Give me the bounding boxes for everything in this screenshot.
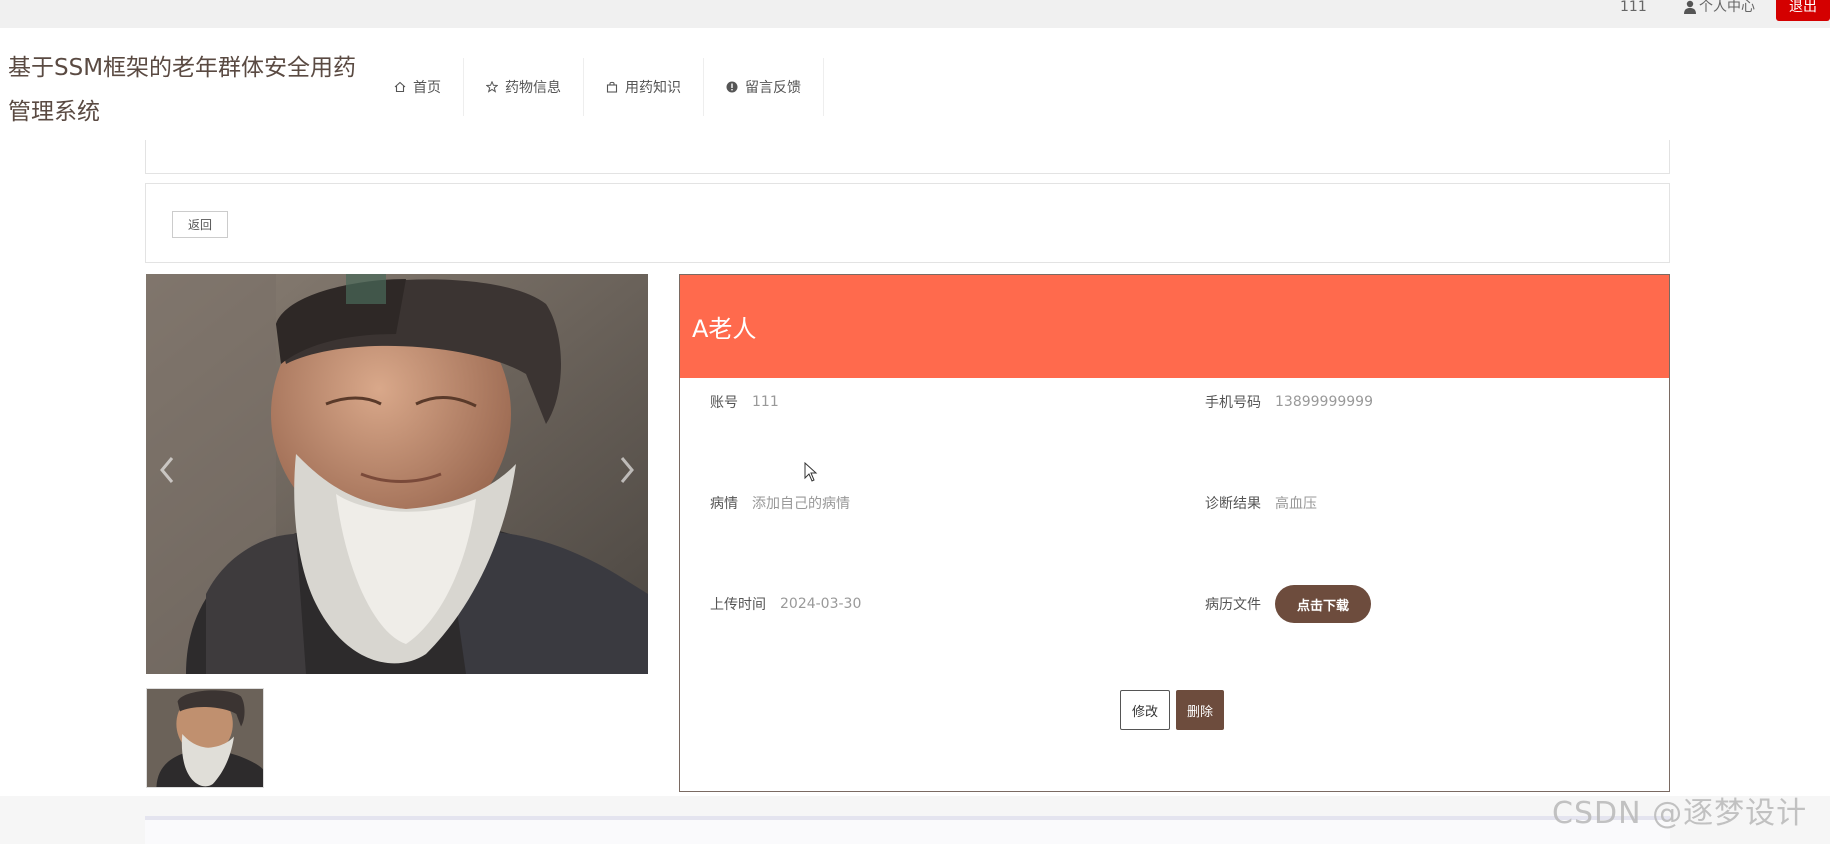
delete-button[interactable]: 删除 [1176, 690, 1224, 730]
person-icon [1684, 0, 1696, 14]
field-value: 添加自己的病情 [752, 496, 850, 512]
main-photo [146, 274, 648, 674]
field-record-file: 病历文件 点击下载 [1205, 585, 1372, 623]
exclamation-circle-icon [726, 81, 738, 93]
field-value: 111 [752, 394, 779, 410]
carousel-next-arrow[interactable] [614, 452, 638, 488]
field-account: 账号 111 [710, 392, 779, 412]
detail-card-header: A老人 [680, 275, 1669, 378]
star-icon [486, 81, 498, 93]
nav-item-home[interactable]: 首页 [372, 58, 464, 116]
detail-title: A老人 [692, 315, 757, 343]
elderly-man-thumbnail [147, 689, 263, 787]
nav-item-medication-knowledge[interactable]: 用药知识 [584, 58, 704, 116]
top-panel [145, 140, 1670, 174]
field-label: 病情 [710, 496, 738, 512]
nav-label: 药物信息 [505, 80, 561, 96]
field-phone: 手机号码 13899999999 [1205, 392, 1373, 412]
elderly-man-photo [146, 274, 648, 674]
field-label: 手机号码 [1205, 395, 1261, 411]
back-panel: 返回 [145, 183, 1670, 263]
field-condition: 病情 添加自己的病情 [710, 493, 850, 513]
nav-item-medicine-info[interactable]: 药物信息 [464, 58, 584, 116]
edit-button[interactable]: 修改 [1120, 690, 1170, 730]
field-value: 2024-03-30 [780, 596, 862, 612]
home-icon [394, 81, 406, 93]
carousel-prev-arrow[interactable] [156, 452, 180, 488]
back-button[interactable]: 返回 [172, 211, 228, 238]
field-value: 高血压 [1275, 496, 1317, 512]
top-username: 111 [1620, 0, 1647, 15]
field-upload-time: 上传时间 2024-03-30 [710, 594, 861, 614]
nav-label: 用药知识 [625, 80, 681, 96]
mouse-cursor-icon [804, 462, 818, 482]
bottom-panel [145, 816, 1670, 844]
field-label: 上传时间 [710, 597, 766, 613]
detail-card: A老人 账号 111 手机号码 13899999999 病情 添加自己的病情 诊… [679, 274, 1670, 792]
main-nav: 首页 药物信息 用药知识 留言反馈 [372, 58, 824, 116]
page: 111 个人中心 退出 基于SSM框架的老年群体安全用药管理系统 首页 药物信息 [0, 0, 1830, 844]
personal-center-label: 个人中心 [1699, 0, 1755, 15]
logout-button[interactable]: 退出 [1776, 0, 1830, 21]
nav-label: 首页 [413, 80, 441, 96]
field-label: 病历文件 [1205, 597, 1261, 613]
field-value: 13899999999 [1275, 394, 1373, 410]
personal-center-link[interactable]: 个人中心 [1683, 0, 1755, 14]
watermark: CSDN @逐梦设计 [1552, 796, 1808, 831]
nav-label: 留言反馈 [745, 80, 801, 96]
download-button[interactable]: 点击下载 [1275, 585, 1372, 623]
field-label: 诊断结果 [1205, 496, 1261, 512]
nav-item-feedback[interactable]: 留言反馈 [704, 58, 824, 116]
field-label: 账号 [710, 395, 738, 411]
field-diagnosis: 诊断结果 高血压 [1205, 493, 1317, 513]
bag-icon [606, 81, 618, 93]
photo-thumbnail[interactable] [146, 688, 264, 788]
top-bar: 111 个人中心 退出 [0, 0, 1830, 28]
site-title: 基于SSM框架的老年群体安全用药管理系统 [8, 55, 357, 125]
